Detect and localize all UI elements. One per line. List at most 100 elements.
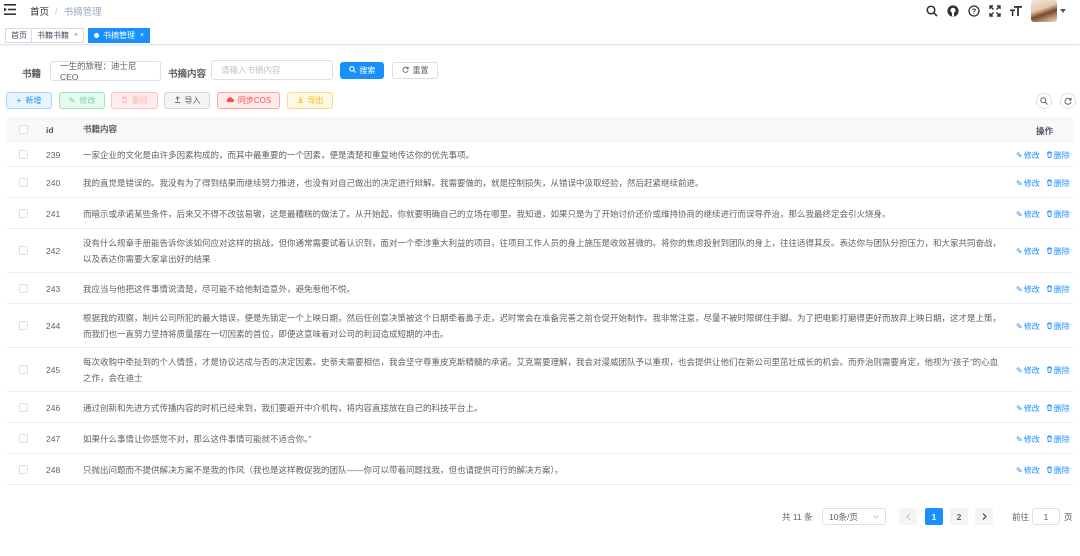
font-size-icon[interactable]	[1009, 4, 1023, 18]
tags-view: 首页 书籍书籍 × 书摘管理 ×	[0, 26, 1080, 45]
row-checkbox[interactable]	[19, 208, 28, 218]
edit-button[interactable]: ✎ 修改	[59, 92, 105, 109]
row-edit-button[interactable]: ✎ 修改	[1016, 403, 1040, 414]
tag-label: 首页	[11, 31, 27, 40]
row-checkbox[interactable]	[19, 433, 28, 443]
github-icon[interactable]	[946, 4, 960, 18]
row-delete-button[interactable]: 删除	[1046, 321, 1070, 332]
cell-content: 通过创新和先进方式传播内容的时机已经来到，我们要避开中介机构，将内容直接放在自己…	[83, 402, 483, 413]
delete-button-label: 删除	[132, 96, 148, 105]
row-edit-label: 修改	[1023, 434, 1040, 444]
row-delete-button[interactable]: 删除	[1046, 284, 1070, 295]
tag-home[interactable]: 首页	[5, 28, 33, 43]
page-size-value: 10条/页	[829, 511, 858, 522]
trash-icon	[1046, 465, 1053, 475]
search-button[interactable]: 搜索	[340, 62, 384, 79]
table-row: 246 通过创新和先进方式传播内容的时机已经来到，我们要避开中介机构，将内容直接放…	[7, 392, 1073, 423]
row-checkbox[interactable]	[19, 283, 28, 293]
trash-icon	[1046, 247, 1053, 256]
jump-page-input[interactable]: 1	[1032, 508, 1060, 525]
book-label: 书籍	[22, 69, 42, 80]
add-button[interactable]: + 新增	[6, 92, 52, 109]
refresh-button[interactable]	[1060, 93, 1076, 109]
cell-op: ✎ 修改 删除	[1016, 434, 1070, 445]
row-delete-label: 删除	[1053, 434, 1070, 444]
cloud-icon	[226, 96, 234, 105]
import-button[interactable]: 导入	[164, 92, 210, 109]
row-edit-button[interactable]: ✎ 修改	[1016, 321, 1040, 332]
chevron-down-icon	[873, 514, 879, 519]
row-checkbox[interactable]	[19, 177, 28, 187]
edit-icon: ✎	[1016, 284, 1023, 294]
row-delete-button[interactable]: 删除	[1046, 403, 1070, 414]
row-delete-label: 删除	[1053, 403, 1070, 413]
active-dot-icon	[94, 33, 99, 38]
prev-page-button[interactable]	[899, 508, 917, 525]
row-delete-button[interactable]: 删除	[1046, 246, 1070, 257]
page-1-button[interactable]: 1	[925, 508, 943, 525]
breadcrumb-home[interactable]: 首页	[30, 4, 49, 18]
trash-icon	[121, 96, 128, 105]
select-all-checkbox[interactable]	[19, 125, 28, 134]
row-checkbox[interactable]	[19, 464, 28, 474]
cell-op: ✎ 修改 删除	[1016, 178, 1070, 189]
cell-op: ✎ 修改 删除	[1016, 150, 1070, 161]
next-page-button[interactable]	[975, 508, 993, 525]
reset-button[interactable]: 重置	[392, 62, 438, 79]
search-icon[interactable]	[925, 4, 939, 18]
row-edit-button[interactable]: ✎ 修改	[1016, 284, 1040, 295]
page-size-select[interactable]: 10条/页	[822, 508, 886, 525]
navbar: 首页 / 书摘管理 ?	[0, 0, 1080, 22]
delete-button[interactable]: 删除	[111, 92, 158, 109]
content-input[interactable]: 请输入书摘内容	[211, 60, 333, 80]
row-edit-button[interactable]: ✎ 修改	[1016, 365, 1040, 376]
row-delete-button[interactable]: 删除	[1046, 209, 1070, 220]
row-delete-button[interactable]: 删除	[1046, 365, 1070, 376]
trash-icon	[1046, 284, 1053, 294]
row-delete-label: 删除	[1053, 209, 1070, 219]
row-delete-button[interactable]: 删除	[1046, 434, 1070, 445]
avatar[interactable]	[1031, 0, 1057, 22]
row-edit-button[interactable]: ✎ 修改	[1016, 150, 1040, 161]
row-checkbox[interactable]	[19, 321, 28, 330]
tag-books[interactable]: 书籍书籍 ×	[31, 28, 85, 43]
cell-id: 244	[46, 321, 61, 331]
row-edit-button[interactable]: ✎ 修改	[1016, 178, 1040, 189]
toggle-search-button[interactable]	[1036, 93, 1052, 109]
cell-id: 243	[46, 283, 61, 294]
download-icon	[297, 96, 304, 105]
fullscreen-icon[interactable]	[988, 4, 1002, 18]
question-icon[interactable]: ?	[967, 4, 981, 18]
cell-id: 241	[46, 208, 61, 219]
close-icon[interactable]: ×	[140, 32, 144, 39]
reset-button-label: 重置	[412, 66, 429, 75]
row-edit-button[interactable]: ✎ 修改	[1016, 434, 1040, 445]
sync-cos-button[interactable]: 同步COS	[217, 92, 280, 109]
page-2-button[interactable]: 2	[950, 508, 968, 525]
hamburger-icon[interactable]	[4, 4, 16, 15]
row-edit-button[interactable]: ✎ 修改	[1016, 465, 1040, 476]
export-button[interactable]: 导出	[287, 92, 333, 109]
close-icon[interactable]: ×	[74, 32, 78, 39]
trash-icon	[1046, 434, 1053, 444]
cell-op: ✎ 修改 删除	[1016, 246, 1070, 257]
row-delete-button[interactable]: 删除	[1046, 465, 1070, 476]
chevron-right-icon	[982, 513, 987, 520]
breadcrumb-current: 书摘管理	[63, 7, 102, 18]
row-checkbox[interactable]	[19, 365, 28, 374]
row-checkbox[interactable]	[19, 246, 28, 255]
cell-op: ✎ 修改 删除	[1016, 365, 1070, 376]
row-edit-label: 修改	[1023, 465, 1040, 475]
caret-down-icon[interactable]	[1060, 9, 1066, 13]
row-delete-button[interactable]: 删除	[1046, 150, 1070, 161]
row-checkbox[interactable]	[19, 149, 28, 159]
row-delete-button[interactable]: 删除	[1046, 178, 1070, 189]
row-edit-button[interactable]: ✎ 修改	[1016, 246, 1040, 257]
row-checkbox[interactable]	[19, 402, 28, 412]
row-edit-button[interactable]: ✎ 修改	[1016, 209, 1040, 220]
table-row: 240 我的直觉是错误的。我没有为了得到结果而继续努力推进，也没有对自己做出的决定…	[7, 167, 1073, 198]
tag-excerpts[interactable]: 书摘管理 ×	[88, 28, 151, 43]
book-select[interactable]: 一生的旅程：迪士尼CEO	[50, 61, 161, 82]
import-button-label: 导入	[184, 96, 201, 105]
content-input-placeholder: 请输入书摘内容	[221, 65, 281, 75]
